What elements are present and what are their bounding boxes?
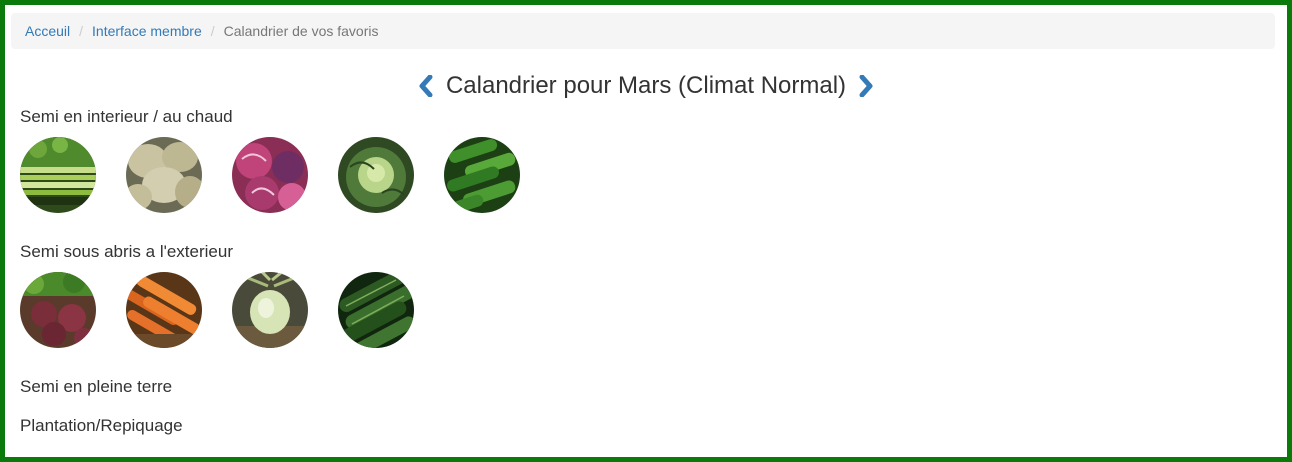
vegetable-celery[interactable] — [20, 137, 96, 213]
breadcrumb-current: Calandrier de vos favoris — [223, 23, 379, 39]
vegetable-celeriac[interactable] — [126, 137, 202, 213]
breadcrumb-separator: / — [210, 23, 215, 39]
vegetable-carrot[interactable] — [126, 272, 202, 348]
section-title-planting: Plantation/Repiquage — [20, 416, 183, 435]
section-title-shelter: Semi sous abris a l'exterieur — [20, 242, 233, 261]
page-frame: Acceuil / Interface membre / Calandrier … — [0, 0, 1292, 462]
chevron-left-icon[interactable] — [416, 74, 436, 98]
breadcrumb-separator: / — [79, 23, 84, 39]
chevron-right-icon[interactable] — [856, 74, 876, 98]
vegetable-beetroot[interactable] — [20, 272, 96, 348]
calendar-header: Calandrier pour Mars (Climat Normal) — [5, 69, 1287, 103]
section-title-open-ground: Semi en pleine terre — [20, 377, 173, 396]
vegetable-cabbage[interactable] — [338, 137, 414, 213]
breadcrumb-member-link[interactable]: Interface membre — [92, 23, 202, 39]
vegetable-kohlrabi[interactable] — [232, 272, 308, 348]
page-title: Calandrier pour Mars (Climat Normal) — [445, 72, 847, 99]
vegetable-red-cabbage[interactable] — [232, 137, 308, 213]
vegetable-cucumber[interactable] — [444, 137, 520, 213]
section-shelter-list — [20, 272, 444, 348]
breadcrumb: Acceuil / Interface membre / Calandrier … — [11, 13, 1275, 49]
breadcrumb-home-link[interactable]: Acceuil — [25, 23, 70, 39]
section-indoor-list — [20, 137, 550, 213]
section-title-indoor: Semi en interieur / au chaud — [20, 107, 233, 126]
vegetable-zucchini[interactable] — [338, 272, 414, 348]
